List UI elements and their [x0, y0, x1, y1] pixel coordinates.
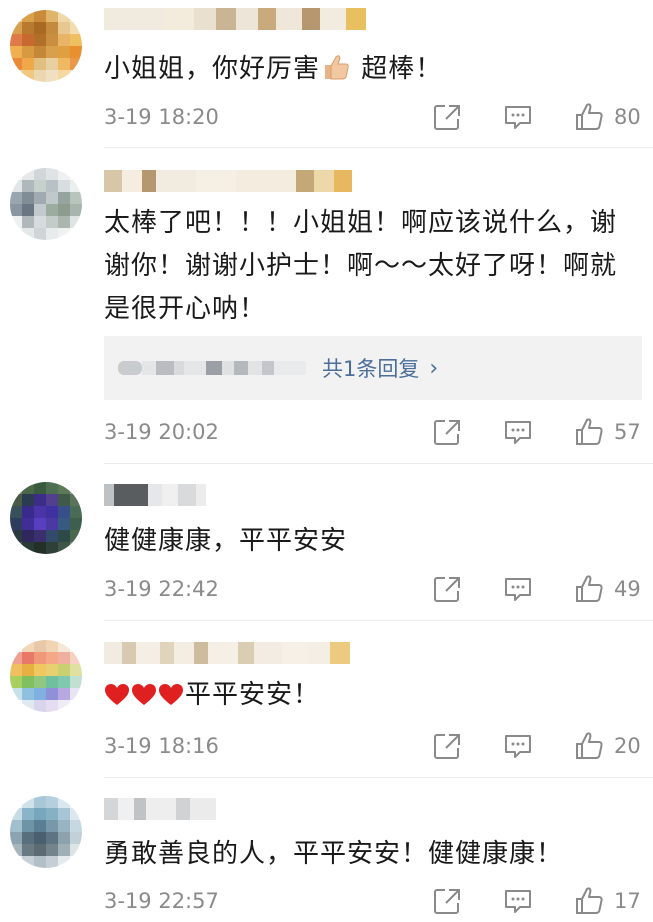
- comment-meta: 3-19 18:16 20: [0, 729, 653, 763]
- chevron-right-icon: ›: [429, 355, 439, 381]
- reply-preview[interactable]: 共1条回复 ›: [104, 336, 642, 400]
- comment-icon[interactable]: [503, 731, 533, 761]
- share-icon[interactable]: [432, 886, 462, 916]
- like-count: 17: [614, 889, 641, 913]
- red-heart-emoji-icon: [105, 684, 129, 705]
- divider: [104, 777, 653, 778]
- share-icon[interactable]: [432, 731, 462, 761]
- comment-time: 3-19 18:16: [104, 734, 219, 758]
- comment-meta: 3-19 20:02 57: [0, 415, 653, 449]
- thumbs-up-emoji-icon: [325, 55, 349, 80]
- comment-text: 小姐姐，你好厉害 超棒！: [104, 48, 642, 91]
- like-count: 57: [614, 420, 641, 444]
- avatar[interactable]: [10, 10, 82, 82]
- comment-text: 平平安安！: [104, 674, 642, 717]
- like-icon[interactable]: [574, 574, 604, 604]
- like-count: 49: [614, 577, 641, 601]
- comment-icon[interactable]: [503, 574, 533, 604]
- share-icon[interactable]: [432, 102, 462, 132]
- comment-meta: 3-19 22:57 17: [0, 884, 653, 918]
- comment-icon[interactable]: [503, 417, 533, 447]
- red-heart-emoji-icon: [132, 684, 156, 705]
- divider: [104, 463, 653, 464]
- like-count: 20: [614, 734, 641, 758]
- comment-icon[interactable]: [503, 102, 533, 132]
- like-icon[interactable]: [574, 417, 604, 447]
- avatar[interactable]: [10, 482, 82, 554]
- like-count: 80: [614, 105, 641, 129]
- divider: [104, 147, 653, 148]
- username-blurred[interactable]: [104, 170, 352, 192]
- username-blurred[interactable]: [104, 484, 206, 506]
- comment-icon[interactable]: [503, 886, 533, 916]
- like-icon[interactable]: [574, 886, 604, 916]
- comment-time: 3-19 22:57: [104, 889, 219, 913]
- avatar[interactable]: [10, 640, 82, 712]
- like-icon[interactable]: [574, 102, 604, 132]
- view-replies-link[interactable]: 共1条回复 ›: [322, 353, 438, 383]
- share-icon[interactable]: [432, 417, 462, 447]
- red-heart-emoji-icon: [159, 684, 183, 705]
- comment-meta: 3-19 18:20 80: [0, 100, 653, 134]
- username-blurred[interactable]: [104, 798, 216, 820]
- comment-time: 3-19 20:02: [104, 420, 219, 444]
- avatar[interactable]: [10, 168, 82, 240]
- comment-meta: 3-19 22:42 49: [0, 572, 653, 606]
- username-blurred[interactable]: [104, 8, 366, 30]
- divider: [104, 620, 653, 621]
- comment-text: 太棒了吧！！！小姐姐！啊应该说什么，谢谢你！谢谢小护士！啊～～太好了呀！啊就是很…: [104, 208, 618, 324]
- comment-time: 3-19 18:20: [104, 105, 219, 129]
- comment-text: 勇敢善良的人，平平安安！健健康康！: [104, 839, 564, 869]
- like-icon[interactable]: [574, 731, 604, 761]
- username-blurred[interactable]: [104, 642, 350, 664]
- comment-time: 3-19 22:42: [104, 577, 219, 601]
- reply-user-blurred: [118, 361, 306, 375]
- avatar[interactable]: [10, 796, 82, 868]
- comment-text: 健健康康，平平安安: [104, 526, 348, 556]
- share-icon[interactable]: [432, 574, 462, 604]
